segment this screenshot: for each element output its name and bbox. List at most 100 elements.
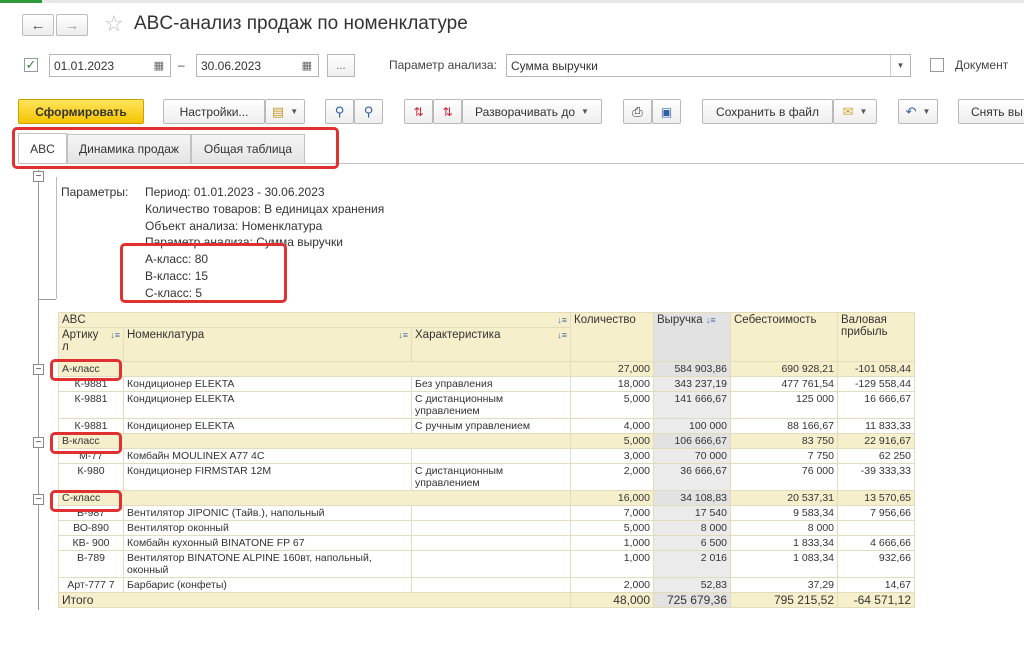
cell-nomenclature: Кондиционер ELEKTA — [123, 418, 412, 434]
top-strip — [0, 0, 1024, 3]
date-to-field[interactable]: 30.06.2023 ▦ — [196, 54, 319, 77]
table-row[interactable]: К-9881 Кондиционер ELEKTA С дистанционны… — [58, 391, 915, 419]
cell-nomenclature: Комбайн кухонный BINATONE FP 67 — [123, 535, 412, 551]
param-object: Объект анализа: Номенклатура — [145, 219, 323, 233]
variant-button[interactable]: ▤ ▼ — [265, 99, 305, 124]
group-name: B-класс — [58, 433, 571, 449]
period-select-button[interactable]: ... — [327, 54, 355, 77]
print-button[interactable]: ⎙ — [623, 99, 652, 124]
table-row[interactable]: К-9881 Кондиционер ELEKTA С ручным управ… — [58, 418, 915, 434]
header-article-cut: л — [62, 341, 69, 353]
param-quantity: Количество товаров: В единицах хранения — [145, 202, 385, 216]
favorite-star-icon[interactable]: ☆ — [104, 11, 124, 37]
cell-profit: -39 333,33 — [837, 463, 915, 491]
document-checkbox[interactable] — [930, 58, 944, 72]
params-label: Параметры: — [61, 185, 129, 199]
collapse-group-c-icon[interactable]: − — [33, 494, 44, 505]
cell-revenue: 8 000 — [653, 520, 731, 536]
header-abc-cell[interactable]: ABC ↓≡ — [58, 312, 571, 328]
dropdown-arrow-icon[interactable]: ▼ — [890, 55, 910, 76]
window-title: ABC-анализ продаж по номенклатуре — [134, 13, 468, 34]
header-characteristic: Характеристика — [415, 329, 501, 341]
group-name: C-класс — [58, 490, 571, 506]
cell-profit: 4 666,66 — [837, 535, 915, 551]
cell-article: КВ- 900 — [58, 535, 124, 551]
document-label: Документ — [955, 58, 1009, 72]
group-cost: 20 537,31 — [730, 490, 838, 506]
params-outline — [56, 177, 57, 299]
save-to-file-button[interactable]: Сохранить в файл — [702, 99, 833, 124]
total-qty: 48,000 — [570, 592, 654, 608]
group-cost: 690 928,21 — [730, 361, 838, 377]
cell-revenue: 141 666,67 — [653, 391, 731, 419]
table-row[interactable]: В-987 Вентилятор JIPONIC (Тайв.), наполь… — [58, 505, 915, 521]
expand-to-button[interactable]: Разворачивать до ▼ — [462, 99, 602, 124]
group-row-c[interactable]: C-класс 16,000 34 108,83 20 537,31 13 57… — [58, 490, 915, 506]
send-email-button[interactable]: ✉ ▼ — [833, 99, 877, 124]
table-row[interactable]: В-789 Вентилятор BINATONE ALPINE 160вт, … — [58, 550, 915, 578]
cell-article: Арт-777 7 — [58, 577, 124, 593]
header-nomenclature-cell[interactable]: Номенклатура ↓≡ — [123, 327, 412, 362]
search-button[interactable]: ⚲ — [325, 99, 354, 124]
sort-icon[interactable]: ↓≡ — [557, 329, 567, 341]
group-row-b[interactable]: B-класс 5,000 106 666,67 83 750 22 916,6… — [58, 433, 915, 449]
header-characteristic-cell[interactable]: Характеристика ↓≡ — [411, 327, 571, 362]
checkmark-icon: ✓ — [25, 57, 37, 72]
sort-asc-button[interactable]: ⇅ — [433, 99, 462, 124]
cell-characteristic: С дистанционным управлением — [411, 463, 571, 491]
undo-button[interactable]: ↶ ▼ — [898, 99, 938, 124]
settings-button[interactable]: Настройки... — [163, 99, 265, 124]
table-row[interactable]: Арт-777 7 Барбарис (конфеты) 2,000 52,83… — [58, 577, 915, 593]
cell-nomenclature: Кондиционер ELEKTA — [123, 376, 412, 392]
group-revenue: 106 666,67 — [653, 433, 731, 449]
period-checkbox[interactable]: ✓ — [24, 57, 38, 72]
total-row[interactable]: Итого 48,000 725 679,36 795 215,52 -64 5… — [58, 592, 915, 608]
cell-cost: 8 000 — [730, 520, 838, 536]
group-profit: 13 570,65 — [837, 490, 915, 506]
header-abc: ABC — [62, 314, 86, 326]
cell-profit: 16 666,67 — [837, 391, 915, 419]
preview-button[interactable]: ▣ — [652, 99, 681, 124]
header-gross-profit-cell[interactable]: Валовая прибыль — [837, 312, 915, 362]
group-cost: 83 750 — [730, 433, 838, 449]
header-article: Артику — [62, 329, 99, 341]
remove-button[interactable]: Снять вы — [958, 99, 1024, 124]
date-from-field[interactable]: 01.01.2023 ▦ — [49, 54, 171, 77]
cell-nomenclature: Вентилятор JIPONIC (Тайв.), напольный — [123, 505, 412, 521]
calendar-icon[interactable]: ▦ — [302, 59, 312, 72]
cell-qty: 7,000 — [570, 505, 654, 521]
calendar-icon[interactable]: ▦ — [154, 59, 164, 72]
cell-profit: 11 833,33 — [837, 418, 915, 434]
table-row[interactable]: ВО-890 Вентилятор оконный 5,000 8 000 8 … — [58, 520, 915, 536]
abc-report-table: ABC ↓≡ Количество Выручка ↓≡ Себестоимос… — [58, 312, 915, 608]
table-row[interactable]: К-980 Кондиционер FIRMSTAR 12M С дистанц… — [58, 463, 915, 491]
group-revenue: 584 903,86 — [653, 361, 731, 377]
cell-cost: 76 000 — [730, 463, 838, 491]
cell-cost: 7 750 — [730, 448, 838, 464]
header-cost[interactable]: Себестоимость — [730, 312, 838, 362]
back-button[interactable]: ← — [22, 14, 54, 36]
group-row-a[interactable]: A-класс 27,000 584 903,86 690 928,21 -10… — [58, 361, 915, 377]
table-row[interactable]: М-77 Комбайн MOULINEX A77 4C 3,000 70 00… — [58, 448, 915, 464]
generate-button[interactable]: Сформировать — [18, 99, 144, 124]
forward-button[interactable]: → — [56, 14, 88, 36]
header-revenue-cell[interactable]: Выручка ↓≡ — [653, 312, 731, 362]
header-quantity[interactable]: Количество — [570, 312, 654, 362]
sort-icon[interactable]: ↓≡ — [110, 329, 120, 341]
sort-icon[interactable]: ↓≡ — [398, 329, 408, 341]
analysis-param-value: Сумма выручки — [511, 58, 598, 73]
sort-icon[interactable]: ↓≡ — [557, 314, 567, 326]
search-next-button[interactable]: ⚲ — [354, 99, 383, 124]
collapse-params-icon[interactable]: − — [33, 171, 44, 182]
cell-cost: 477 761,54 — [730, 376, 838, 392]
header-article-cell[interactable]: Артику ↓≡ л — [58, 327, 124, 362]
collapse-group-a-icon[interactable]: − — [33, 364, 44, 375]
sort-desc-button[interactable]: ⇅ — [404, 99, 433, 124]
table-row[interactable]: КВ- 900 Комбайн кухонный BINATONE FP 67 … — [58, 535, 915, 551]
cell-article: В-789 — [58, 550, 124, 578]
analysis-param-select[interactable]: Сумма выручки ▼ — [506, 54, 911, 77]
cell-qty: 1,000 — [570, 550, 654, 578]
cell-characteristic — [411, 520, 571, 536]
table-row[interactable]: К-9881 Кондиционер ELEKTA Без управления… — [58, 376, 915, 392]
collapse-group-b-icon[interactable]: − — [33, 437, 44, 448]
